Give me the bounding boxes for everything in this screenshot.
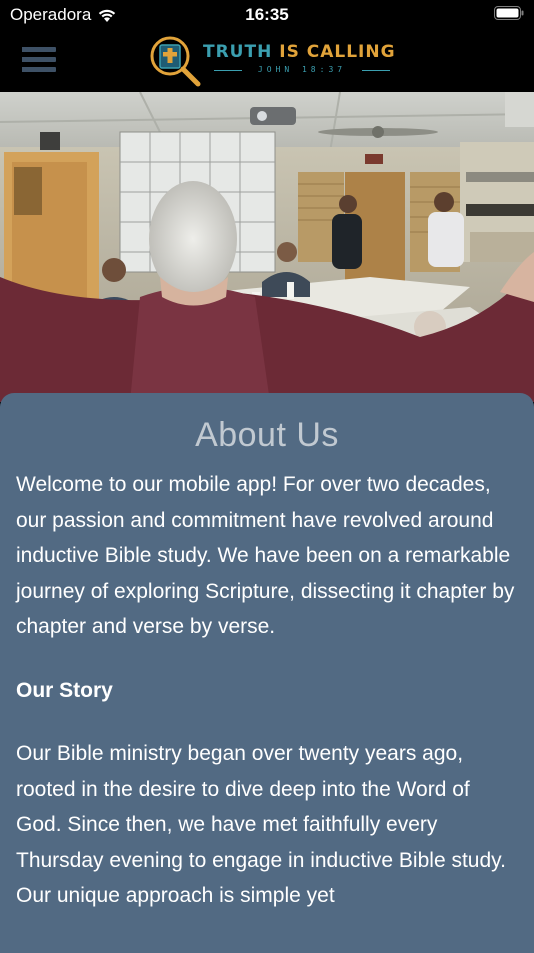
bible-magnifier-logo-icon: [150, 36, 201, 87]
status-bar: Operadora 16:35: [0, 0, 534, 30]
logo-subtitle: JOHN 18:37: [214, 65, 390, 74]
menu-bar: [22, 67, 56, 72]
hero-image: [0, 92, 534, 402]
app-header: TRUTH IS CALLING JOHN 18:37: [0, 30, 534, 92]
logo-title: TRUTH IS CALLING: [203, 42, 396, 62]
menu-icon[interactable]: [22, 47, 56, 73]
about-intro-text: Welcome to our mobile app! For over two …: [16, 473, 515, 638]
about-title: About Us: [195, 416, 339, 454]
our-story-heading: Our Story: [16, 678, 113, 702]
menu-bar: [22, 57, 56, 62]
battery-icon: [494, 6, 524, 20]
our-story-text: Our Bible ministry began over twenty yea…: [16, 742, 506, 907]
logo-title-part2: IS CALLING: [279, 42, 396, 62]
menu-bar: [22, 47, 56, 52]
about-card: About Us Welcome to our mobile app! For …: [0, 393, 534, 953]
status-time: 16:35: [245, 5, 289, 24]
app-logo[interactable]: TRUTH IS CALLING JOHN 18:37: [148, 34, 398, 90]
bible-study-photo: [0, 92, 534, 402]
logo-title-part1: TRUTH: [203, 42, 273, 62]
